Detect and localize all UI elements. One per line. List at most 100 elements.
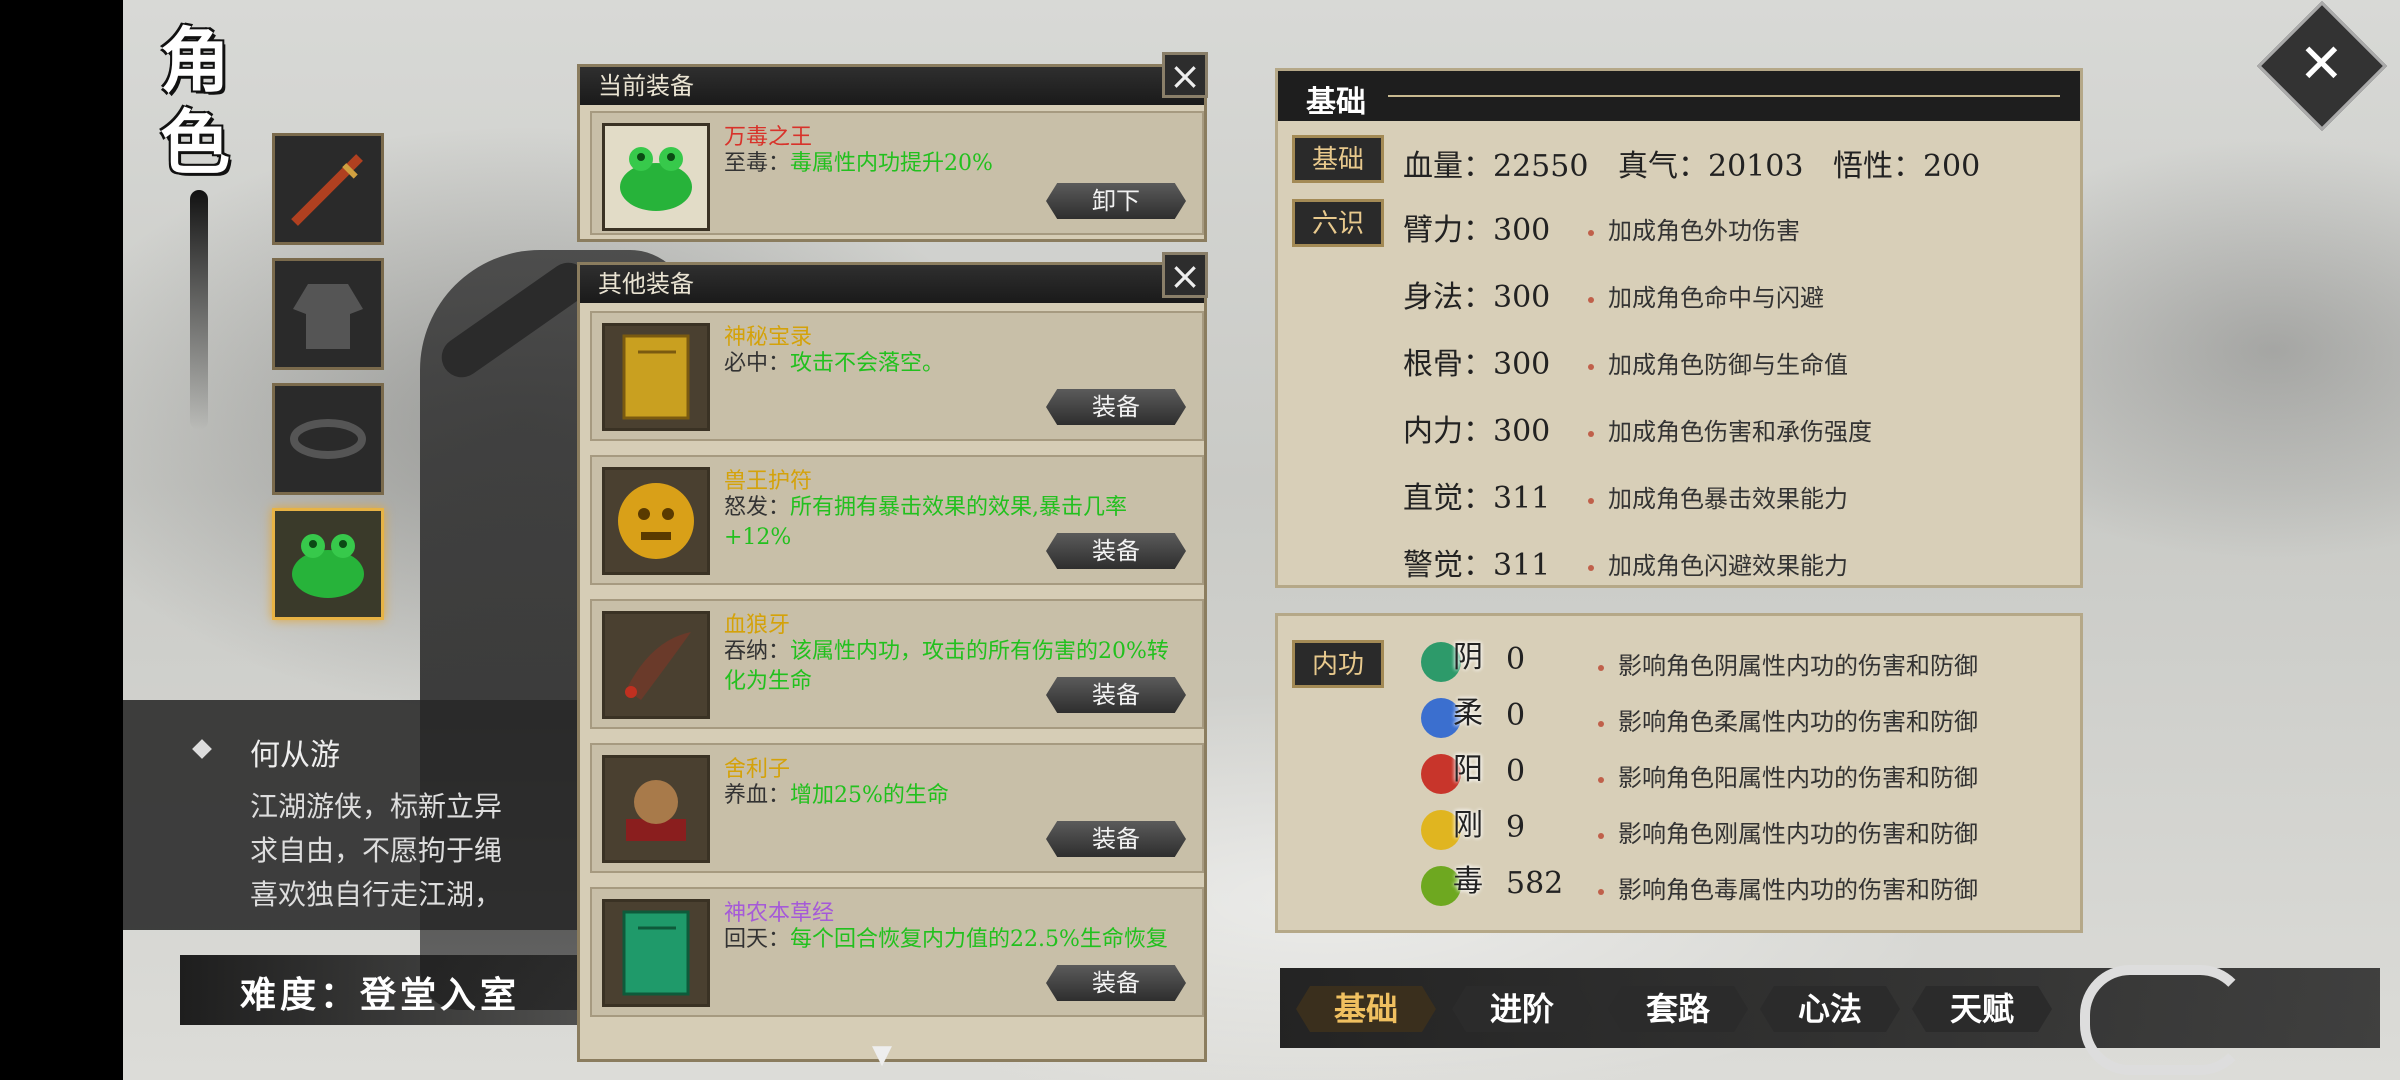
green-book-icon <box>602 899 710 1007</box>
stat-row: 直觉：311 <box>1403 473 1550 517</box>
stat-label: 根骨： <box>1403 347 1493 382</box>
equip-button[interactable]: 装备 <box>1046 533 1186 569</box>
beast-amulet-icon <box>602 467 710 575</box>
equipment-item-relic[interactable]: 舍利子 养血：增加25%的生命 装备 <box>590 743 1204 873</box>
inner-power-panel: 内功 阴 0 影响角色阴属性内功的伤害和防御 柔 0 影响角色柔属性内功的伤害和… <box>1275 613 2083 933</box>
stat-desc: 加成角色暴击效果能力 <box>1588 479 1848 514</box>
close-other-button[interactable]: × <box>1162 252 1208 298</box>
current-equipment-panel: 当前装备 万毒之王 至毒：毒属性内功提升20% 卸下 <box>577 64 1207 242</box>
item-effect: 至毒：毒属性内功提升20% <box>724 149 1184 179</box>
tab-talent[interactable]: 天赋 <box>1912 986 2052 1032</box>
brush-stroke <box>190 190 208 430</box>
equip-button[interactable]: 装备 <box>1046 821 1186 857</box>
wu-label: 悟性： <box>1832 149 1923 184</box>
item-name: 血狼牙 <box>724 613 791 638</box>
item-effect: 必中：攻击不会落空。 <box>724 349 1184 379</box>
element-desc: 影响角色阳属性内功的伤害和防御 <box>1598 758 1978 793</box>
element-desc: 影响角色刚属性内功的伤害和防御 <box>1598 814 1978 849</box>
close-current-button[interactable]: × <box>1162 52 1208 98</box>
slot-accessory[interactable] <box>272 508 384 620</box>
element-value: 0 <box>1506 642 1526 677</box>
sword-icon <box>285 146 371 232</box>
stat-desc: 加成角色外功伤害 <box>1588 211 1800 246</box>
equip-button[interactable]: 装备 <box>1046 677 1186 713</box>
page-title: 角色 <box>160 19 230 184</box>
character-name: 何从游 <box>250 738 340 773</box>
stat-label: 内力： <box>1403 414 1493 449</box>
stat-desc: 加成角色防御与生命值 <box>1588 345 1848 380</box>
stat-value: 300 <box>1493 347 1551 382</box>
wu-value: 200 <box>1922 149 1981 184</box>
element-value: 9 <box>1506 810 1526 845</box>
tab-basic[interactable]: 基础 <box>1296 986 1436 1032</box>
letterbox-left <box>0 0 123 1080</box>
stat-label: 臂力： <box>1403 213 1493 248</box>
item-name: 神秘宝录 <box>724 325 813 350</box>
inner-tag: 内功 <box>1292 640 1384 688</box>
basic-values: 血量：22550 真气：20103 悟性：200 <box>1403 141 1980 185</box>
tab-mind[interactable]: 心法 <box>1760 986 1900 1032</box>
tab-advanced[interactable]: 进阶 <box>1452 986 1592 1032</box>
effect-label: 养血： <box>724 783 791 808</box>
element-desc: 影响角色毒属性内功的伤害和防御 <box>1598 870 1978 905</box>
wolf-fang-icon <box>602 611 710 719</box>
jade-toad-icon <box>285 521 371 607</box>
stat-value: 311 <box>1493 548 1551 583</box>
basic-tag: 基础 <box>1292 135 1384 183</box>
character-description: 江湖游侠，标新立异 求自由，不愿拘于绳 喜欢独自行走江湖， <box>250 790 503 911</box>
stat-value: 300 <box>1493 213 1551 248</box>
item-name: 神农本草经 <box>724 901 835 926</box>
swirl-ornament <box>2080 965 2250 1075</box>
six-tag: 六识 <box>1292 199 1384 247</box>
slot-weapon[interactable] <box>272 133 384 245</box>
element-char: 阳 <box>1453 752 1483 787</box>
stat-row: 警觉：311 <box>1403 540 1550 584</box>
item-effect: 养血：增加25%的生命 <box>724 781 1184 811</box>
unequip-button[interactable]: 卸下 <box>1046 183 1186 219</box>
effect-text: 每个回合恢复内力值的22.5%生命恢复 <box>790 927 1168 952</box>
qi-value: 20103 <box>1707 149 1804 184</box>
effect-label: 吞纳： <box>724 639 791 664</box>
element-char: 柔 <box>1453 696 1483 731</box>
equipment-item-herbal[interactable]: 神农本草经 回天：每个回合恢复内力值的22.5%生命恢复 装备 <box>590 887 1204 1017</box>
stat-label: 直觉： <box>1403 481 1493 516</box>
stat-desc: 加成角色伤害和承伤强度 <box>1588 412 1872 447</box>
scroll-down-icon[interactable]: ▼ <box>872 1040 892 1070</box>
stat-row: 根骨：300 <box>1403 339 1550 383</box>
relic-orb-icon <box>602 755 710 863</box>
element-char: 刚 <box>1453 808 1483 843</box>
effect-text: 毒属性内功提升20% <box>790 151 993 176</box>
stat-desc: 加成角色闪避效果能力 <box>1588 546 1848 581</box>
robe-icon <box>285 271 371 357</box>
other-equipment-header: 其他装备 <box>580 265 1204 303</box>
current-equipment-header: 当前装备 <box>580 67 1204 105</box>
stat-label: 警觉： <box>1403 548 1493 583</box>
equipment-item-book[interactable]: 神秘宝录 必中：攻击不会落空。 装备 <box>590 311 1204 441</box>
item-name: 舍利子 <box>724 757 791 782</box>
difficulty-label: 难度：登堂入室 <box>240 974 521 1016</box>
element-desc: 影响角色柔属性内功的伤害和防御 <box>1598 702 1978 737</box>
slot-armor[interactable] <box>272 258 384 370</box>
effect-text: 增加25%的生命 <box>790 783 949 808</box>
hp-label: 血量： <box>1403 149 1493 184</box>
slot-belt[interactable] <box>272 383 384 495</box>
effect-label: 怒发： <box>724 495 791 520</box>
element-char: 毒 <box>1453 864 1483 899</box>
stat-value: 311 <box>1493 481 1551 516</box>
stat-value: 300 <box>1493 280 1551 315</box>
qi-label: 真气： <box>1617 149 1708 184</box>
stats-panel: 基础 基础 血量：22550 真气：20103 悟性：200 六识 臂力：300… <box>1275 68 2083 588</box>
hp-value: 22550 <box>1493 149 1589 184</box>
equip-button[interactable]: 装备 <box>1046 389 1186 425</box>
close-icon: ✕ <box>2298 31 2345 95</box>
equipment-item-amulet[interactable]: 兽王护符 怒发：所有拥有暴击效果的效果,暴击几率+12% 装备 <box>590 455 1204 585</box>
tab-routine[interactable]: 套路 <box>1608 986 1748 1032</box>
element-char: 阴 <box>1453 640 1483 675</box>
equipment-item-fang[interactable]: 血狼牙 吞纳：该属性内功，攻击的所有伤害的20%转化为生命 装备 <box>590 599 1204 729</box>
stat-label: 身法： <box>1403 280 1493 315</box>
item-effect: 回天：每个回合恢复内力值的22.5%生命恢复 <box>724 925 1184 955</box>
item-name: 兽王护符 <box>724 469 813 494</box>
book-icon <box>602 323 710 431</box>
equip-button[interactable]: 装备 <box>1046 965 1186 1001</box>
current-item: 万毒之王 至毒：毒属性内功提升20% 卸下 <box>590 111 1204 235</box>
